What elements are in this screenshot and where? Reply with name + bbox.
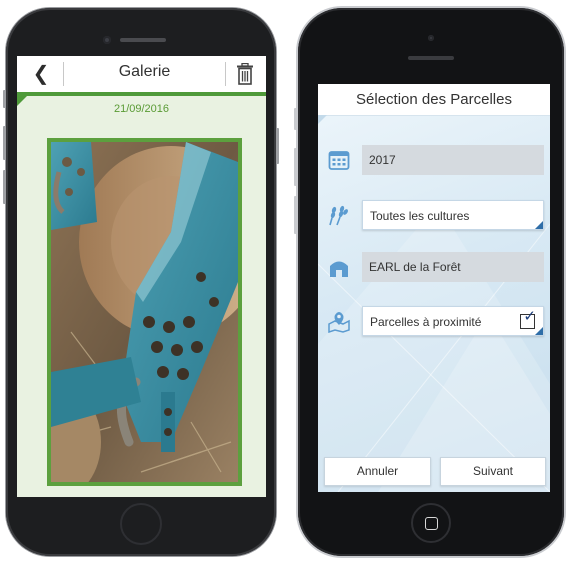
trash-icon[interactable] bbox=[236, 63, 254, 85]
home-button[interactable] bbox=[120, 503, 162, 545]
mute-switch bbox=[3, 90, 6, 108]
home-square-icon bbox=[425, 517, 438, 530]
home-button[interactable] bbox=[411, 503, 451, 543]
farm-house-icon bbox=[330, 261, 348, 277]
power-button bbox=[276, 128, 279, 164]
map-pin-icon bbox=[328, 312, 350, 333]
photo-date: 21/09/2016 bbox=[113, 103, 170, 115]
next-button[interactable]: Suivant bbox=[440, 457, 546, 486]
parcel-selection-screen: Sélection des Parcelles 2017 Toutes les … bbox=[318, 84, 550, 492]
front-camera bbox=[103, 36, 111, 44]
crops-select[interactable]: Toutes les cultures bbox=[362, 200, 544, 230]
cancel-button[interactable]: Annuler bbox=[324, 457, 431, 486]
nearby-parcels-toggle[interactable]: Parcelles à proximité ✓ bbox=[362, 306, 544, 336]
calendar-icon bbox=[328, 151, 350, 170]
header-accent-bar bbox=[17, 92, 266, 96]
earpiece-speaker bbox=[408, 56, 454, 60]
page-title: Sélection des Parcelles bbox=[356, 91, 512, 108]
mute-switch bbox=[294, 108, 297, 130]
gallery-photo[interactable] bbox=[47, 138, 242, 486]
gallery-header: ❮ Galerie bbox=[17, 56, 266, 92]
volume-down-button bbox=[294, 196, 297, 234]
page-title: Galerie bbox=[118, 63, 171, 80]
check-icon: ✓ bbox=[523, 308, 536, 325]
earpiece-speaker bbox=[120, 38, 166, 42]
volume-down-button bbox=[3, 170, 6, 204]
nearby-parcels-label: Parcelles à proximité bbox=[370, 315, 482, 329]
wheat-icon bbox=[329, 205, 348, 226]
front-camera bbox=[428, 35, 434, 41]
farm-field[interactable]: EARL de la Forêt bbox=[362, 252, 544, 282]
volume-up-button bbox=[3, 126, 6, 160]
selection-header: Sélection des Parcelles bbox=[318, 84, 550, 116]
header-divider bbox=[225, 62, 226, 86]
volume-up-button bbox=[294, 148, 297, 186]
header-corner-fold bbox=[318, 115, 327, 124]
photo-image bbox=[51, 142, 238, 482]
year-field[interactable]: 2017 bbox=[362, 145, 544, 175]
chevron-left-icon[interactable]: ❮ bbox=[29, 62, 53, 86]
gallery-screen: ❮ Galerie 21/09/2016 bbox=[17, 56, 266, 497]
